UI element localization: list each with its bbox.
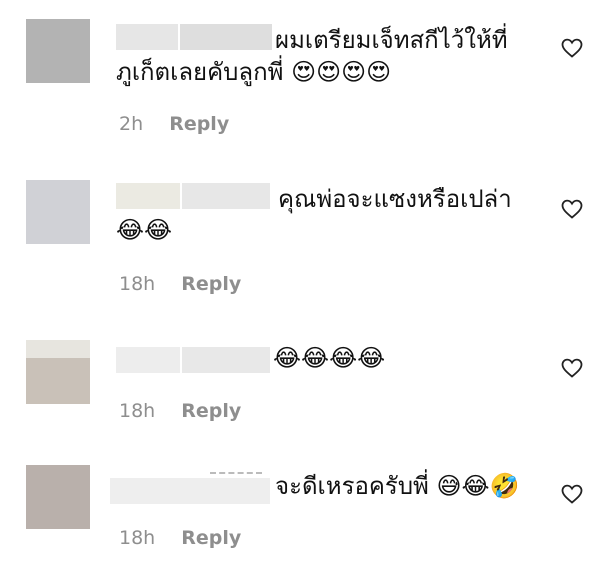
comment-meta: 18h Reply — [119, 273, 241, 295]
heart-outline-icon[interactable] — [560, 482, 584, 506]
comment-time: 18h — [119, 527, 156, 549]
comment-text: ผมเตรียมเจ็ทสกีไว้ให้ที่ — [275, 26, 508, 54]
avatar[interactable] — [26, 19, 90, 83]
username-redacted-dash — [210, 472, 262, 476]
avatar[interactable] — [26, 465, 90, 529]
reply-button[interactable]: Reply — [181, 527, 241, 549]
heart-outline-icon[interactable] — [560, 197, 584, 221]
comment-meta: 2h Reply — [119, 113, 229, 135]
comment-time: 2h — [119, 113, 144, 135]
comment-meta: 18h Reply — [119, 527, 241, 549]
username-redacted[interactable] — [116, 347, 180, 373]
username-redacted[interactable] — [182, 347, 270, 373]
comment-time: 18h — [119, 400, 156, 422]
comment-time: 18h — [119, 273, 156, 295]
username-redacted[interactable] — [182, 183, 270, 209]
reply-button[interactable]: Reply — [181, 273, 241, 295]
avatar[interactable] — [26, 180, 90, 244]
username-redacted[interactable] — [180, 24, 272, 50]
reply-button[interactable]: Reply — [169, 113, 229, 135]
comment-text: ภูเก็ตเลยคับลูกพี่ 😍😍😍😍 — [116, 58, 392, 86]
comment-text: จะดีเหรอครับพี่ 😅😂🤣 — [275, 472, 520, 500]
avatar-top-band — [26, 340, 90, 358]
heart-outline-icon[interactable] — [560, 356, 584, 380]
username-redacted[interactable] — [116, 24, 178, 50]
heart-outline-icon[interactable] — [560, 36, 584, 60]
reply-button[interactable]: Reply — [181, 400, 241, 422]
comment-meta: 18h Reply — [119, 400, 241, 422]
username-redacted[interactable] — [116, 183, 180, 209]
avatar[interactable] — [26, 340, 90, 404]
comment-text: 😂😂 — [116, 216, 173, 244]
username-redacted[interactable] — [110, 478, 270, 504]
comment-text: 😂😂😂😂 — [273, 344, 386, 372]
comment-text: คุณพ่อจะแซงหรือเปล่า — [278, 185, 512, 213]
